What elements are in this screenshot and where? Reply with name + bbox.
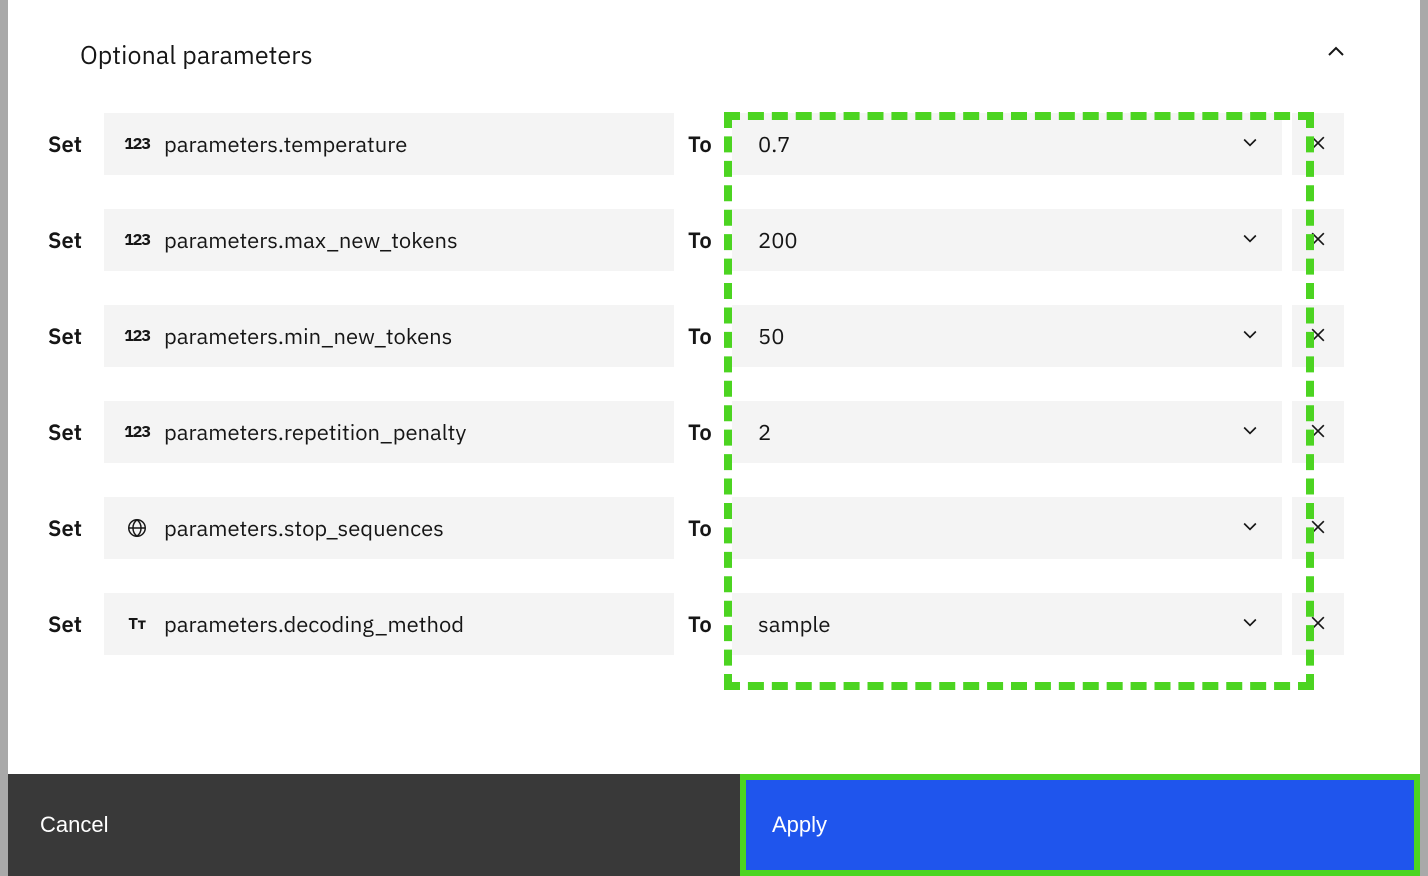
optional-parameters-dialog: Optional parameters Set 123 parameters.t… <box>8 0 1420 876</box>
chevron-down-icon <box>1240 610 1260 639</box>
dialog-footer: Cancel Apply <box>8 774 1420 876</box>
number-type-icon: 123 <box>122 326 152 346</box>
param-value-field[interactable]: sample <box>732 593 1282 655</box>
param-name-field[interactable]: Tт parameters.decoding_method <box>104 593 674 655</box>
param-name: parameters.decoding_method <box>164 610 464 639</box>
set-label: Set <box>48 610 90 639</box>
chevron-down-icon <box>1240 226 1260 255</box>
param-value: 200 <box>758 226 798 255</box>
to-label: To <box>688 130 718 159</box>
remove-row-button[interactable] <box>1292 401 1344 463</box>
close-icon <box>1308 517 1328 540</box>
section-header[interactable]: Optional parameters <box>8 0 1420 91</box>
chevron-down-icon <box>1240 514 1260 543</box>
to-label: To <box>688 226 718 255</box>
param-value-field[interactable]: 200 <box>732 209 1282 271</box>
chevron-down-icon <box>1240 322 1260 351</box>
set-label: Set <box>48 322 90 351</box>
parameter-rows: Set 123 parameters.temperature To 0.7 Se… <box>8 91 1420 699</box>
parameter-row: Set 123 parameters.temperature To 0.7 <box>48 113 1416 175</box>
set-label: Set <box>48 130 90 159</box>
parameter-row: Set 123 parameters.min_new_tokens To 50 <box>48 305 1416 367</box>
set-label: Set <box>48 514 90 543</box>
param-value: 0.7 <box>758 130 790 159</box>
number-type-icon: 123 <box>122 422 152 442</box>
param-name-field[interactable]: parameters.stop_sequences <box>104 497 674 559</box>
remove-row-button[interactable] <box>1292 305 1344 367</box>
param-name: parameters.stop_sequences <box>164 514 444 543</box>
close-icon <box>1308 421 1328 444</box>
parameter-row: Set 123 parameters.repetition_penalty To… <box>48 401 1416 463</box>
param-name-field[interactable]: 123 parameters.max_new_tokens <box>104 209 674 271</box>
globe-type-icon <box>122 517 152 539</box>
close-icon <box>1308 229 1328 252</box>
param-name: parameters.repetition_penalty <box>164 418 466 447</box>
param-name-field[interactable]: 123 parameters.repetition_penalty <box>104 401 674 463</box>
parameter-row: Set 123 parameters.max_new_tokens To 200 <box>48 209 1416 271</box>
parameter-row: Set Tт parameters.decoding_method To sam… <box>48 593 1416 655</box>
close-icon <box>1308 133 1328 156</box>
param-name: parameters.min_new_tokens <box>164 322 452 351</box>
param-name-field[interactable]: 123 parameters.temperature <box>104 113 674 175</box>
text-type-icon: Tт <box>122 614 152 634</box>
set-label: Set <box>48 226 90 255</box>
param-value: sample <box>758 610 831 639</box>
remove-row-button[interactable] <box>1292 593 1344 655</box>
to-label: To <box>688 514 718 543</box>
chevron-down-icon <box>1240 130 1260 159</box>
param-name: parameters.temperature <box>164 130 407 159</box>
parameter-row: Set parameters.stop_sequences To <box>48 497 1416 559</box>
param-name: parameters.max_new_tokens <box>164 226 458 255</box>
param-value-field[interactable]: 0.7 <box>732 113 1282 175</box>
param-value-field[interactable] <box>732 497 1282 559</box>
number-type-icon: 123 <box>122 230 152 250</box>
param-value: 2 <box>758 418 771 447</box>
param-value-field[interactable]: 50 <box>732 305 1282 367</box>
remove-row-button[interactable] <box>1292 113 1344 175</box>
chevron-down-icon <box>1240 418 1260 447</box>
section-title: Optional parameters <box>80 38 313 71</box>
remove-row-button[interactable] <box>1292 209 1344 271</box>
cancel-button[interactable]: Cancel <box>8 774 740 876</box>
param-value: 50 <box>758 322 784 351</box>
chevron-up-icon[interactable] <box>1324 40 1348 69</box>
to-label: To <box>688 610 718 639</box>
to-label: To <box>688 322 718 351</box>
to-label: To <box>688 418 718 447</box>
param-name-field[interactable]: 123 parameters.min_new_tokens <box>104 305 674 367</box>
close-icon <box>1308 325 1328 348</box>
number-type-icon: 123 <box>122 134 152 154</box>
param-value-field[interactable]: 2 <box>732 401 1282 463</box>
close-icon <box>1308 613 1328 636</box>
apply-highlight-box: Apply <box>740 774 1420 876</box>
set-label: Set <box>48 418 90 447</box>
apply-button[interactable]: Apply <box>746 780 1414 870</box>
remove-row-button[interactable] <box>1292 497 1344 559</box>
